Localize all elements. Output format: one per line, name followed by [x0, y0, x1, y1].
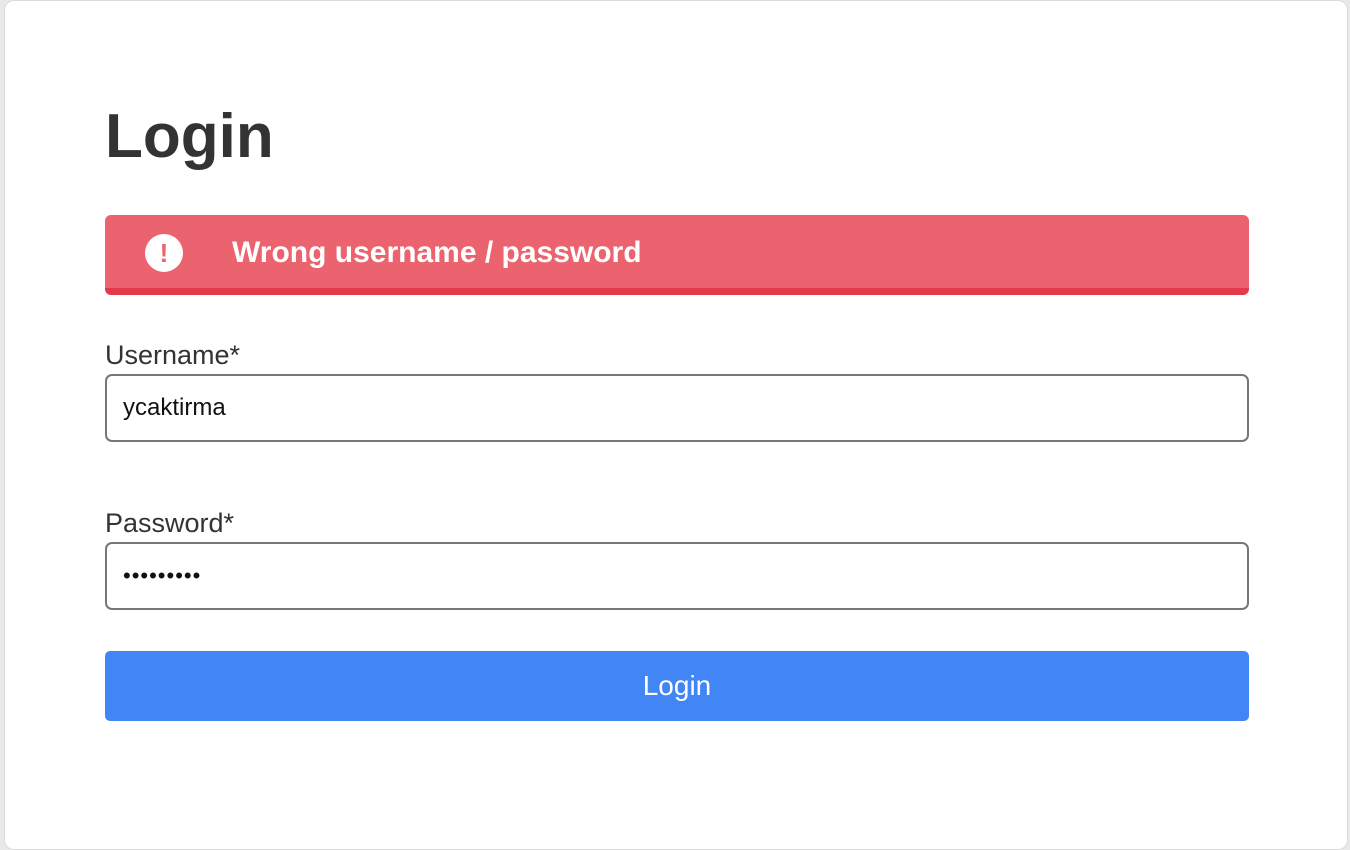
username-label: Username* [105, 340, 241, 370]
password-input[interactable] [105, 542, 1249, 610]
page-title: Login [105, 102, 274, 171]
error-alert: ! Wrong username / password [105, 215, 1249, 295]
login-card: Login ! Wrong username / password Userna… [4, 0, 1348, 850]
username-input[interactable] [105, 374, 1249, 442]
exclamation-circle-icon: ! [145, 234, 183, 272]
login-button[interactable]: Login [105, 651, 1249, 721]
password-label: Password* [105, 508, 235, 538]
error-message: Wrong username / password [232, 236, 642, 269]
